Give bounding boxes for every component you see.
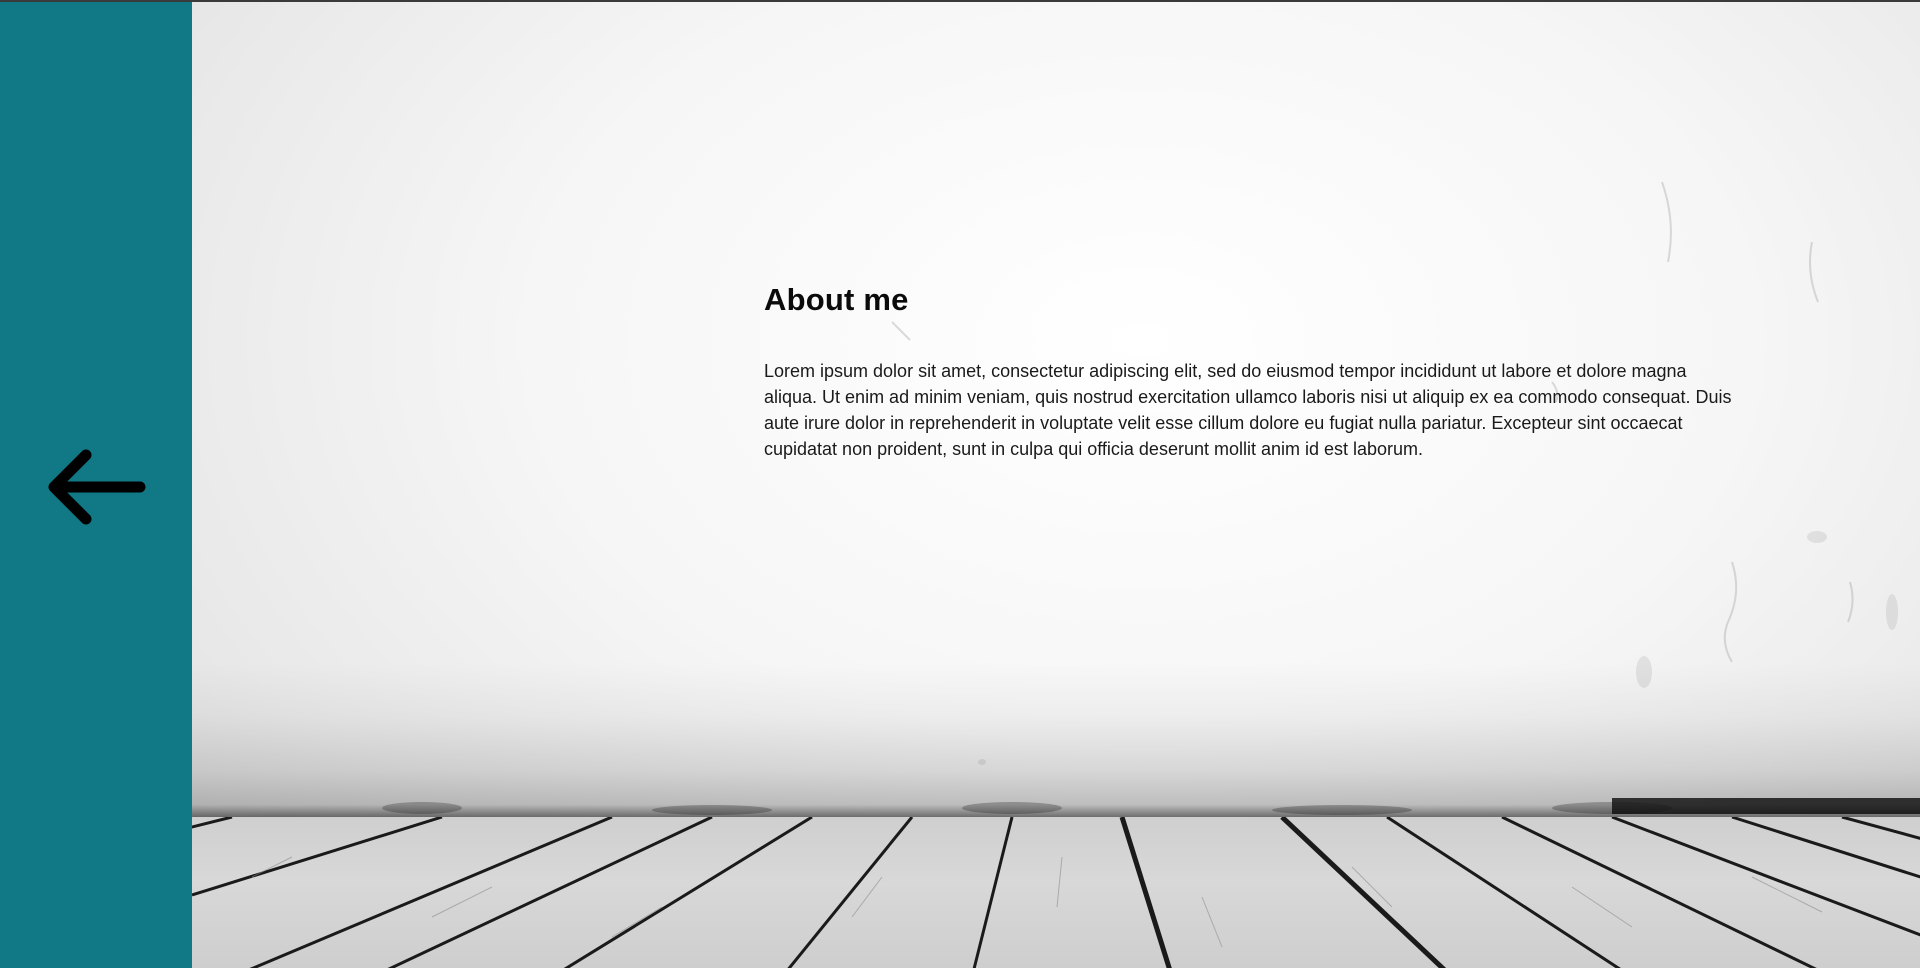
wooden-floor bbox=[192, 817, 1920, 968]
arrow-left-icon bbox=[48, 449, 146, 525]
page: About me Lorem ipsum dolor sit amet, con… bbox=[0, 0, 1920, 968]
about-text: Lorem ipsum dolor sit amet, consectetur … bbox=[764, 361, 1732, 459]
about-section: About me Lorem ipsum dolor sit amet, con… bbox=[764, 282, 1744, 462]
background-scene: About me Lorem ipsum dolor sit amet, con… bbox=[192, 2, 1920, 968]
back-button[interactable] bbox=[44, 445, 148, 529]
page-title: About me bbox=[764, 282, 909, 317]
sidebar bbox=[0, 2, 192, 968]
wall-shadow bbox=[192, 662, 1920, 817]
